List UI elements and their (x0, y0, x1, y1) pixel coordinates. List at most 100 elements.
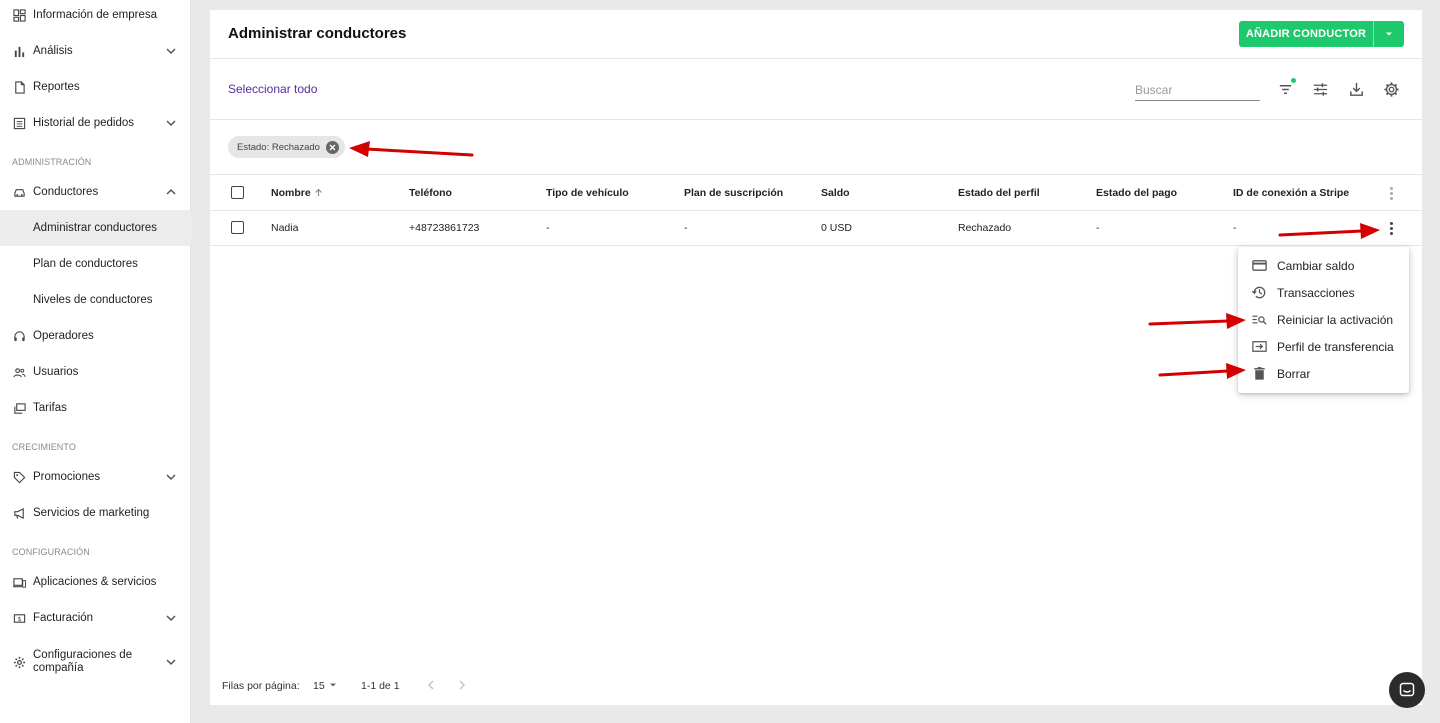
sidebar-item-users[interactable]: Usuarios (0, 354, 191, 390)
sidebar-item-tariffs[interactable]: Tarifas (0, 390, 191, 426)
sidebar-item-label: Configuraciones de compañía (33, 649, 133, 674)
sidebar-item-order-history[interactable]: Historial de pedidos (0, 105, 191, 141)
sidebar-item-operators[interactable]: Operadores (0, 318, 191, 354)
download-button[interactable] (1347, 80, 1365, 98)
tune-icon (1313, 82, 1327, 96)
sidebar-item-drivers[interactable]: Conductores (0, 174, 191, 210)
pagination-range: 1-1 de 1 (361, 680, 400, 692)
sidebar: Información de empresa Análisis Reportes… (0, 0, 191, 723)
sidebar-item-driver-plan[interactable]: Plan de conductores (0, 246, 191, 282)
column-header-label: Nombre (271, 187, 311, 199)
sidebar-item-marketing[interactable]: Servicios de marketing (0, 495, 191, 531)
menu-item-transfer-profile[interactable]: Perfil de transferencia (1238, 333, 1409, 360)
column-header-phone[interactable]: Teléfono (409, 187, 452, 199)
cell-stripe-id: - (1233, 222, 1237, 234)
transfer-icon (1250, 338, 1268, 356)
cell-name[interactable]: Nadia (271, 222, 298, 234)
settings-button[interactable] (1382, 80, 1400, 98)
row-checkbox[interactable] (231, 221, 244, 234)
menu-item-label: Reiniciar la activación (1277, 312, 1394, 327)
megaphone-icon (12, 506, 26, 520)
sort-asc-icon[interactable] (314, 188, 323, 197)
row-actions-menu: Cambiar saldo Transacciones Reiniciar la… (1238, 247, 1409, 393)
column-header-name[interactable]: Nombre (271, 187, 323, 199)
rows-per-page-value: 15 (313, 680, 325, 692)
sidebar-item-manage-drivers[interactable]: Administrar conductores (0, 210, 191, 246)
filter-chip[interactable]: Estado: Rechazado (228, 136, 345, 158)
download-icon (1349, 82, 1363, 96)
sidebar-item-company-settings[interactable]: Configuraciones de compañía (0, 644, 191, 680)
tariffs-icon (12, 401, 26, 415)
column-header-stripe-id[interactable]: ID de conexión a Stripe (1233, 187, 1349, 199)
sidebar-item-analytics[interactable]: Análisis (0, 33, 191, 69)
add-driver-button-label[interactable]: AÑADIR CONDUCTOR (1239, 21, 1374, 47)
sidebar-item-company-info[interactable]: Información de empresa (0, 0, 191, 33)
sidebar-item-billing[interactable]: $ Facturación (0, 600, 191, 636)
filter-button[interactable] (1276, 78, 1296, 98)
chevron-down-icon[interactable] (165, 656, 177, 668)
column-header-vehicle-type[interactable]: Tipo de vehículo (546, 187, 629, 199)
chevron-right-icon[interactable] (455, 678, 469, 692)
search-list-icon (1250, 311, 1268, 329)
chevron-down-icon[interactable] (165, 612, 177, 624)
tag-icon (12, 470, 26, 484)
menu-item-delete[interactable]: Borrar (1238, 360, 1409, 387)
column-header-subscription[interactable]: Plan de suscripción (684, 187, 783, 199)
rows-per-page-select[interactable]: 15 (313, 680, 338, 692)
column-header-balance[interactable]: Saldo (821, 187, 850, 199)
cell-balance: 0 USD (821, 222, 852, 234)
car-icon (12, 185, 26, 199)
sidebar-item-driver-levels[interactable]: Niveles de conductores (0, 282, 191, 318)
sidebar-item-label: Aplicaciones & servicios (33, 575, 157, 588)
chevron-down-icon[interactable] (165, 471, 177, 483)
trash-icon (1250, 365, 1268, 383)
search-field[interactable] (1135, 80, 1260, 101)
gear-icon (1383, 81, 1399, 97)
cell-subscription: - (684, 222, 688, 234)
users-icon (12, 365, 26, 379)
sidebar-item-label: Tarifas (33, 401, 67, 414)
sidebar-item-label: Operadores (33, 329, 94, 342)
select-all-checkbox[interactable] (231, 186, 244, 199)
cell-payment-status: - (1096, 222, 1100, 234)
chevron-left-icon[interactable] (424, 678, 438, 692)
chevron-up-icon[interactable] (165, 186, 177, 198)
search-input[interactable] (1135, 80, 1260, 100)
sidebar-item-apps-services[interactable]: Aplicaciones & servicios (0, 564, 191, 600)
add-driver-button[interactable]: AÑADIR CONDUCTOR (1239, 21, 1404, 47)
chevron-down-icon[interactable] (165, 117, 177, 129)
sidebar-item-label: Reportes (33, 80, 80, 93)
close-icon[interactable] (325, 140, 339, 154)
chat-launcher-button[interactable] (1389, 672, 1425, 708)
menu-item-label: Perfil de transferencia (1277, 339, 1394, 354)
page-title: Administrar conductores (228, 25, 407, 42)
row-actions-icon[interactable] (1389, 221, 1393, 236)
devices-icon (12, 575, 26, 589)
dashboard-icon (12, 8, 26, 22)
column-header-payment-status[interactable]: Estado del pago (1096, 187, 1177, 199)
column-header-profile-status[interactable]: Estado del perfil (958, 187, 1040, 199)
menu-item-change-balance[interactable]: Cambiar saldo (1238, 252, 1409, 279)
svg-text:$: $ (17, 616, 21, 623)
rows-per-page-label: Filas por página: (222, 680, 300, 692)
sidebar-item-reports[interactable]: Reportes (0, 69, 191, 105)
history-icon (1250, 284, 1268, 302)
columns-more-icon[interactable] (1389, 186, 1393, 201)
sidebar-item-label: Servicios de marketing (33, 506, 150, 519)
menu-item-reset-activation[interactable]: Reiniciar la activación (1238, 306, 1409, 333)
sidebar-item-promotions[interactable]: Promociones (0, 459, 191, 495)
select-all-link[interactable]: Seleccionar todo (228, 82, 317, 96)
gear-icon (12, 655, 26, 669)
add-driver-dropdown[interactable] (1374, 21, 1404, 47)
columns-button[interactable] (1311, 80, 1329, 98)
billing-icon: $ (12, 611, 26, 625)
sidebar-item-label: Usuarios (33, 365, 79, 378)
menu-item-label: Cambiar saldo (1277, 258, 1355, 273)
chevron-down-icon[interactable] (165, 45, 177, 57)
sidebar-item-label: Plan de conductores (33, 257, 138, 270)
divider (210, 58, 1422, 59)
cell-vehicle-type: - (546, 222, 550, 234)
menu-item-transactions[interactable]: Transacciones (1238, 279, 1409, 306)
menu-item-label: Transacciones (1277, 285, 1355, 300)
divider (210, 245, 1422, 246)
